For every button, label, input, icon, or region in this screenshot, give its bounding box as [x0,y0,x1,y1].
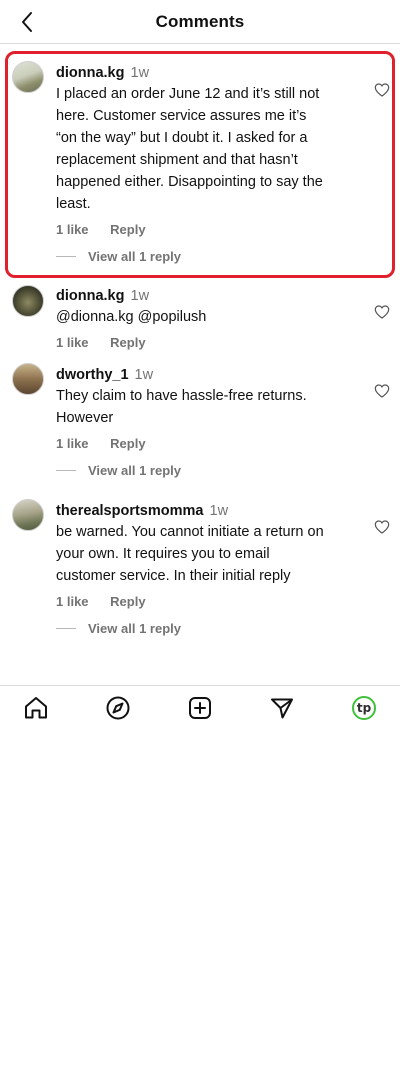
comment-line: be warned. You cannot initiate a return … [56,524,324,540]
comment-line: They claim to have hassle-free returns. [56,388,307,404]
comment-username[interactable]: therealsportsmomma [56,503,203,519]
like-count[interactable]: 1 like [56,436,89,451]
nav-profile[interactable]: tp [350,694,378,722]
heart-icon [374,83,390,97]
heart-icon [374,305,390,319]
comment-text: @dionna.kg @popilush [56,306,364,328]
divider [56,470,76,471]
comment-line: here. Customer service assures me it’s [56,108,307,124]
reply-button[interactable]: Reply [110,594,145,609]
divider [56,256,76,257]
avatar[interactable] [12,285,44,317]
view-replies-label: View all 1 reply [88,249,181,264]
header: Comments [0,0,400,44]
comment-time: 1w [130,65,150,81]
reply-button[interactable]: Reply [110,222,145,237]
like-button[interactable] [374,519,390,535]
view-replies-button[interactable]: View all 1 reply [56,249,181,264]
like-button[interactable] [374,383,390,399]
comment-line: @dionna.kg @popilush [56,309,207,325]
avatar[interactable] [12,499,44,531]
view-replies-label: View all 1 reply [88,463,181,478]
nav-home[interactable] [22,694,50,722]
comment-text: be warned. You cannot initiate a return … [56,521,364,587]
comment-line: replacement shipment and that hasn’t [56,152,298,168]
comment-line: your own. It requires you to email [56,546,270,562]
comment-time: 1w [209,503,229,519]
view-replies-label: View all 1 reply [88,621,181,636]
comment-line: happened either. Disappointing to say th… [56,174,323,190]
reply-button[interactable]: Reply [110,335,145,350]
page-title: Comments [155,12,245,31]
like-button[interactable] [374,304,390,320]
heart-icon [374,520,390,534]
explore-compass-icon [106,696,130,720]
comment-username[interactable]: dionna.kg [56,288,124,304]
comment-line: However [56,410,114,426]
reply-button[interactable]: Reply [110,436,145,451]
avatar[interactable] [12,61,44,93]
view-replies-button[interactable]: View all 1 reply [56,463,181,478]
nav-explore[interactable] [104,694,132,722]
view-replies-button[interactable]: View all 1 reply [56,621,181,636]
comment-text: They claim to have hassle-free returns. … [56,385,364,429]
comment-username[interactable]: dworthy_1 [56,367,129,383]
comment-line: “on the way” but I doubt it. I asked for… [56,130,308,146]
comment-time: 1w [134,367,154,383]
comment-username[interactable]: dionna.kg [56,65,124,81]
comment-text: I placed an order June 12 and it’s still… [56,83,364,215]
avatar[interactable] [12,363,44,395]
profile-initials: tp [356,701,372,715]
like-button[interactable] [374,82,390,98]
home-icon [25,697,47,719]
like-count[interactable]: 1 like [56,222,89,237]
comment-line: least. [56,196,91,212]
like-count[interactable]: 1 like [56,594,89,609]
new-post-icon [189,697,211,719]
heart-icon [374,384,390,398]
comment-time: 1w [130,288,150,304]
comment-line: I placed an order June 12 and it’s still… [56,86,320,102]
comment-line: customer service. In their initial reply [56,568,291,584]
direct-message-icon [271,698,293,719]
bottom-nav: tp [0,685,400,731]
like-count[interactable]: 1 like [56,335,89,350]
nav-new-post[interactable] [186,694,214,722]
nav-direct[interactable] [268,694,296,722]
divider [56,628,76,629]
profile-avatar: tp [352,696,376,720]
